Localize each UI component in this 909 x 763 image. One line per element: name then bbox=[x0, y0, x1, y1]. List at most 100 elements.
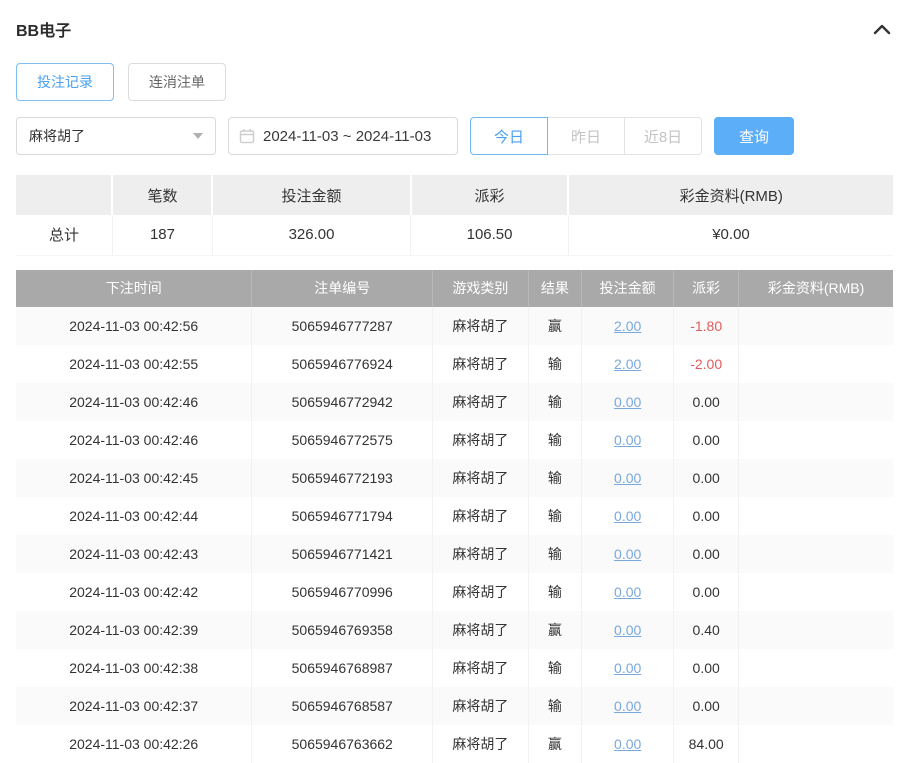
col-bet-time: 下注时间 bbox=[16, 270, 252, 307]
cell-bet-time: 2024-11-03 00:42:55 bbox=[16, 345, 252, 383]
bet-amount-link[interactable]: 0.00 bbox=[614, 736, 641, 752]
table-row: 2024-11-03 00:42:37 5065946768587 麻将胡了 输… bbox=[16, 687, 893, 725]
table-row: 2024-11-03 00:42:44 5065946771794 麻将胡了 输… bbox=[16, 497, 893, 535]
calendar-icon bbox=[239, 128, 255, 144]
bet-amount-link[interactable]: 0.00 bbox=[614, 508, 641, 524]
quick-last8days-button[interactable]: 近8日 bbox=[624, 117, 702, 155]
cell-result: 输 bbox=[528, 649, 581, 687]
col-result: 结果 bbox=[528, 270, 581, 307]
col-order-id: 注单编号 bbox=[252, 270, 433, 307]
records-table-body: 2024-11-03 00:42:56 5065946777287 麻将胡了 赢… bbox=[16, 307, 893, 763]
tab-combo-orders[interactable]: 连消注单 bbox=[128, 63, 226, 101]
col-bonus: 彩金资料(RMB) bbox=[739, 270, 893, 307]
cell-payout: 0.00 bbox=[674, 383, 739, 421]
cell-result: 输 bbox=[528, 345, 581, 383]
cell-bet-time: 2024-11-03 00:42:44 bbox=[16, 497, 252, 535]
collapse-panel-button[interactable] bbox=[871, 21, 893, 37]
summary-header-bet-amount: 投注金额 bbox=[212, 175, 410, 215]
quick-today-button[interactable]: 今日 bbox=[470, 117, 548, 155]
panel-header: BB电子 bbox=[16, 0, 893, 41]
cell-bet-amount: 0.00 bbox=[582, 611, 674, 649]
cell-bet-amount: 0.00 bbox=[582, 535, 674, 573]
table-row: 2024-11-03 00:42:39 5065946769358 麻将胡了 赢… bbox=[16, 611, 893, 649]
cell-bonus bbox=[739, 345, 893, 383]
cell-game-type: 麻将胡了 bbox=[433, 497, 529, 535]
cell-bet-amount: 0.00 bbox=[582, 421, 674, 459]
tab-bet-records[interactable]: 投注记录 bbox=[16, 63, 114, 101]
cell-payout: 0.00 bbox=[674, 421, 739, 459]
table-row: 2024-11-03 00:42:56 5065946777287 麻将胡了 赢… bbox=[16, 307, 893, 345]
cell-bonus bbox=[739, 687, 893, 725]
bet-amount-link[interactable]: 0.00 bbox=[614, 698, 641, 714]
cell-order-id: 5065946772575 bbox=[252, 421, 433, 459]
cell-game-type: 麻将胡了 bbox=[433, 383, 529, 421]
cell-bet-amount: 2.00 bbox=[582, 307, 674, 345]
cell-game-type: 麻将胡了 bbox=[433, 687, 529, 725]
search-button[interactable]: 查询 bbox=[714, 117, 794, 155]
cell-bonus bbox=[739, 573, 893, 611]
cell-payout: 0.00 bbox=[674, 497, 739, 535]
bet-records-panel: BB电子 投注记录 连消注单 麻将胡了 2024-11-03 ~ 2 bbox=[0, 0, 909, 763]
table-row: 2024-11-03 00:42:38 5065946768987 麻将胡了 输… bbox=[16, 649, 893, 687]
cell-game-type: 麻将胡了 bbox=[433, 611, 529, 649]
cell-payout: 0.00 bbox=[674, 687, 739, 725]
cell-result: 输 bbox=[528, 535, 581, 573]
summary-total-row: 总计 187 326.00 106.50 ¥0.00 bbox=[16, 215, 893, 255]
cell-order-id: 5065946768987 bbox=[252, 649, 433, 687]
cell-order-id: 5065946768587 bbox=[252, 687, 433, 725]
summary-header-blank bbox=[16, 175, 112, 215]
cell-bonus bbox=[739, 307, 893, 345]
cell-order-id: 5065946777287 bbox=[252, 307, 433, 345]
table-row: 2024-11-03 00:42:43 5065946771421 麻将胡了 输… bbox=[16, 535, 893, 573]
col-game-type: 游戏类别 bbox=[433, 270, 529, 307]
cell-bet-amount: 2.00 bbox=[582, 345, 674, 383]
cell-bet-time: 2024-11-03 00:42:37 bbox=[16, 687, 252, 725]
tab-bar: 投注记录 连消注单 bbox=[16, 63, 893, 101]
table-row: 2024-11-03 00:42:55 5065946776924 麻将胡了 输… bbox=[16, 345, 893, 383]
cell-order-id: 5065946771421 bbox=[252, 535, 433, 573]
bet-amount-link[interactable]: 0.00 bbox=[614, 432, 641, 448]
cell-result: 赢 bbox=[528, 725, 581, 763]
table-row: 2024-11-03 00:42:45 5065946772193 麻将胡了 输… bbox=[16, 459, 893, 497]
col-payout: 派彩 bbox=[674, 270, 739, 307]
summary-header-bonus: 彩金资料(RMB) bbox=[568, 175, 893, 215]
cell-game-type: 麻将胡了 bbox=[433, 421, 529, 459]
bet-amount-link[interactable]: 0.00 bbox=[614, 622, 641, 638]
chevron-up-icon bbox=[873, 23, 891, 38]
cell-order-id: 5065946769358 bbox=[252, 611, 433, 649]
cell-bonus bbox=[739, 421, 893, 459]
date-range-input[interactable]: 2024-11-03 ~ 2024-11-03 bbox=[228, 117, 458, 155]
cell-payout: 0.00 bbox=[674, 649, 739, 687]
cell-result: 输 bbox=[528, 497, 581, 535]
cell-bet-time: 2024-11-03 00:42:38 bbox=[16, 649, 252, 687]
cell-bet-time: 2024-11-03 00:42:46 bbox=[16, 383, 252, 421]
bet-amount-link[interactable]: 0.00 bbox=[614, 470, 641, 486]
cell-bonus bbox=[739, 459, 893, 497]
cell-payout: 84.00 bbox=[674, 725, 739, 763]
bet-amount-link[interactable]: 0.00 bbox=[614, 546, 641, 562]
game-select[interactable]: 麻将胡了 bbox=[16, 117, 216, 155]
bet-amount-link[interactable]: 0.00 bbox=[614, 584, 641, 600]
bet-records-table: 下注时间 注单编号 游戏类别 结果 投注金额 派彩 彩金资料(RMB) 2024… bbox=[16, 270, 893, 763]
cell-payout: -2.00 bbox=[674, 345, 739, 383]
cell-result: 输 bbox=[528, 459, 581, 497]
filter-bar: 麻将胡了 2024-11-03 ~ 2024-11-03 今日 昨日 近8日 查… bbox=[16, 117, 893, 155]
cell-result: 输 bbox=[528, 421, 581, 459]
bet-amount-link[interactable]: 0.00 bbox=[614, 660, 641, 676]
table-row: 2024-11-03 00:42:42 5065946770996 麻将胡了 输… bbox=[16, 573, 893, 611]
cell-result: 赢 bbox=[528, 307, 581, 345]
table-row: 2024-11-03 00:42:46 5065946772942 麻将胡了 输… bbox=[16, 383, 893, 421]
quick-yesterday-button[interactable]: 昨日 bbox=[547, 117, 625, 155]
chevron-down-icon bbox=[193, 133, 203, 139]
cell-bonus bbox=[739, 497, 893, 535]
table-row: 2024-11-03 00:42:46 5065946772575 麻将胡了 输… bbox=[16, 421, 893, 459]
summary-total-payout: 106.50 bbox=[411, 215, 569, 255]
bet-amount-link[interactable]: 0.00 bbox=[614, 394, 641, 410]
cell-game-type: 麻将胡了 bbox=[433, 573, 529, 611]
bet-amount-link[interactable]: 2.00 bbox=[614, 318, 641, 334]
bet-amount-link[interactable]: 2.00 bbox=[614, 356, 641, 372]
cell-bonus bbox=[739, 725, 893, 763]
quick-range-group: 今日 昨日 近8日 bbox=[470, 117, 702, 155]
cell-payout: -1.80 bbox=[674, 307, 739, 345]
table-row: 2024-11-03 00:42:26 5065946763662 麻将胡了 赢… bbox=[16, 725, 893, 763]
